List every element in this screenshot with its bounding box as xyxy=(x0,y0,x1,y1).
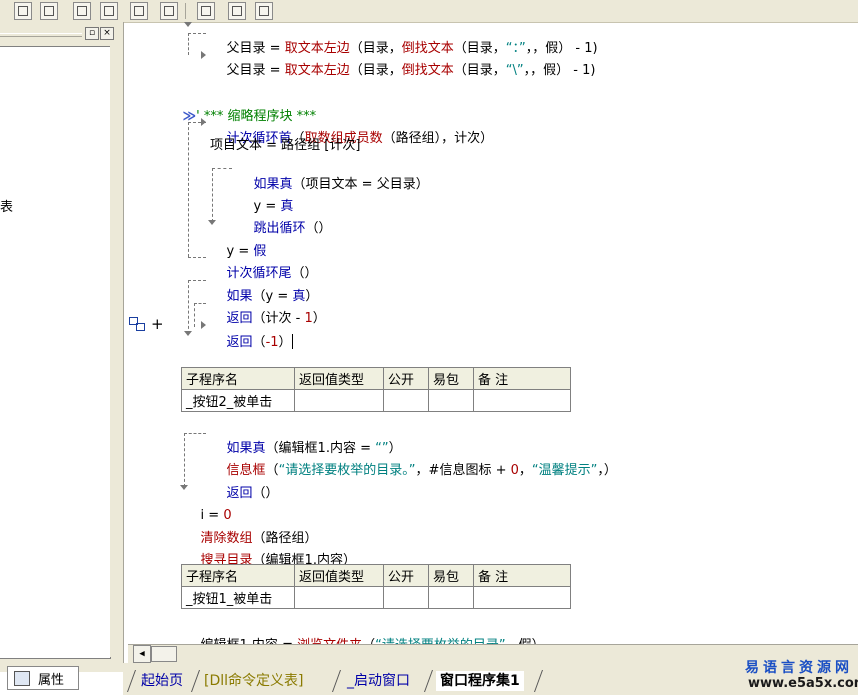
return-type-cell[interactable] xyxy=(294,389,384,412)
easy-pack-cell[interactable] xyxy=(428,586,474,609)
panel-grip[interactable] xyxy=(0,33,82,37)
watermark-title: 易语言资源网 xyxy=(745,660,853,676)
breakpoint-icon[interactable] xyxy=(129,317,145,331)
panel-cut-text: 表 xyxy=(0,200,14,215)
flow-arrow-icon xyxy=(180,485,188,490)
col-header: 返回值类型 xyxy=(294,564,384,587)
tab-window-assembly[interactable]: 窗口程序集1 xyxy=(436,671,524,691)
watermark-url: www.e5a5x.com xyxy=(748,676,858,691)
code-line[interactable]: 父目录 = 取文本左边（目录，倒找文本（目录，“\”，，假） - 1) xyxy=(210,47,596,95)
flow-guide xyxy=(188,33,206,34)
tab-properties-label: 属性 xyxy=(38,673,65,688)
same-size-icon[interactable] xyxy=(255,2,273,20)
remark-cell[interactable] xyxy=(473,389,571,412)
flow-guide xyxy=(188,33,189,55)
pin-icon[interactable]: ▫ xyxy=(85,27,99,40)
subroutine-name-cell[interactable]: _按钮2_被单击 xyxy=(181,389,295,412)
return-type-cell[interactable] xyxy=(294,586,384,609)
align-left-icon[interactable] xyxy=(14,2,32,20)
col-header: 子程序名 xyxy=(181,564,295,587)
flow-arrow-icon xyxy=(208,220,216,225)
alignment-toolbar xyxy=(0,0,858,23)
align-center-icon[interactable] xyxy=(100,2,118,20)
tab-startup-window[interactable]: _启动窗口 xyxy=(347,671,410,691)
code-line[interactable]: 项目文本 = 路径组 [计次] xyxy=(210,138,360,154)
tab-start-page[interactable]: 起始页 xyxy=(141,671,183,691)
col-header: 易包 xyxy=(428,367,474,390)
scroll-left-icon[interactable]: ◀ xyxy=(133,645,151,663)
flow-guide xyxy=(184,433,185,487)
code-editor[interactable]: 父目录 = 取文本左边（目录，倒找文本（目录，“：”，，假） - 1) 父目录 … xyxy=(124,22,858,653)
align-top-icon[interactable] xyxy=(40,2,58,20)
same-width-icon[interactable] xyxy=(197,2,215,20)
col-header: 备 注 xyxy=(473,564,571,587)
flow-guide xyxy=(188,280,189,334)
flow-guide xyxy=(188,257,206,258)
public-cell[interactable] xyxy=(383,389,429,412)
col-header: 公开 xyxy=(383,367,429,390)
flow-guide xyxy=(184,433,206,434)
scroll-thumb[interactable] xyxy=(151,646,177,662)
subroutine-table: 子程序名 返回值类型 公开 易包 备 注 _按钮2_被单击 xyxy=(181,367,571,412)
close-icon[interactable]: × xyxy=(100,27,114,40)
toolbar-divider xyxy=(185,3,186,19)
flow-guide xyxy=(212,168,213,222)
public-cell[interactable] xyxy=(383,586,429,609)
flow-arrow-icon xyxy=(184,22,192,27)
properties-icon xyxy=(14,671,30,686)
col-header: 易包 xyxy=(428,564,474,587)
property-panel-content[interactable] xyxy=(0,46,111,659)
flow-guide xyxy=(188,280,206,281)
flow-guide xyxy=(194,303,195,327)
subroutine-table: 子程序名 返回值类型 公开 易包 备 注 _按钮1_被单击 xyxy=(181,564,571,609)
text-cursor xyxy=(291,334,293,349)
flow-arrow-icon xyxy=(184,331,192,336)
tab-dll-commands[interactable]: [Dll命令定义表] xyxy=(204,671,303,691)
tab-properties[interactable]: 属性 xyxy=(7,666,79,690)
flow-guide xyxy=(212,168,232,169)
easy-pack-cell[interactable] xyxy=(428,389,474,412)
flow-arrow-icon xyxy=(201,321,206,329)
panel-scrollbar[interactable] xyxy=(110,46,119,657)
distribute-h-icon[interactable] xyxy=(130,2,148,20)
col-header: 子程序名 xyxy=(181,367,295,390)
col-header: 备 注 xyxy=(473,367,571,390)
same-height-icon[interactable] xyxy=(228,2,246,20)
remark-cell[interactable] xyxy=(473,586,571,609)
align-bottom-icon[interactable] xyxy=(73,2,91,20)
flow-guide xyxy=(194,303,206,304)
insert-line-icon[interactable]: + xyxy=(151,316,164,332)
expand-block-icon[interactable]: ≫ xyxy=(183,109,197,124)
col-header: 公开 xyxy=(383,564,429,587)
col-header: 返回值类型 xyxy=(294,367,384,390)
distribute-v-icon[interactable] xyxy=(160,2,178,20)
flow-arrow-icon xyxy=(201,51,206,59)
flow-guide xyxy=(188,122,189,257)
code-line-current[interactable]: 返回（-1） xyxy=(210,318,293,367)
subroutine-name-cell[interactable]: _按钮1_被单击 xyxy=(181,586,295,609)
